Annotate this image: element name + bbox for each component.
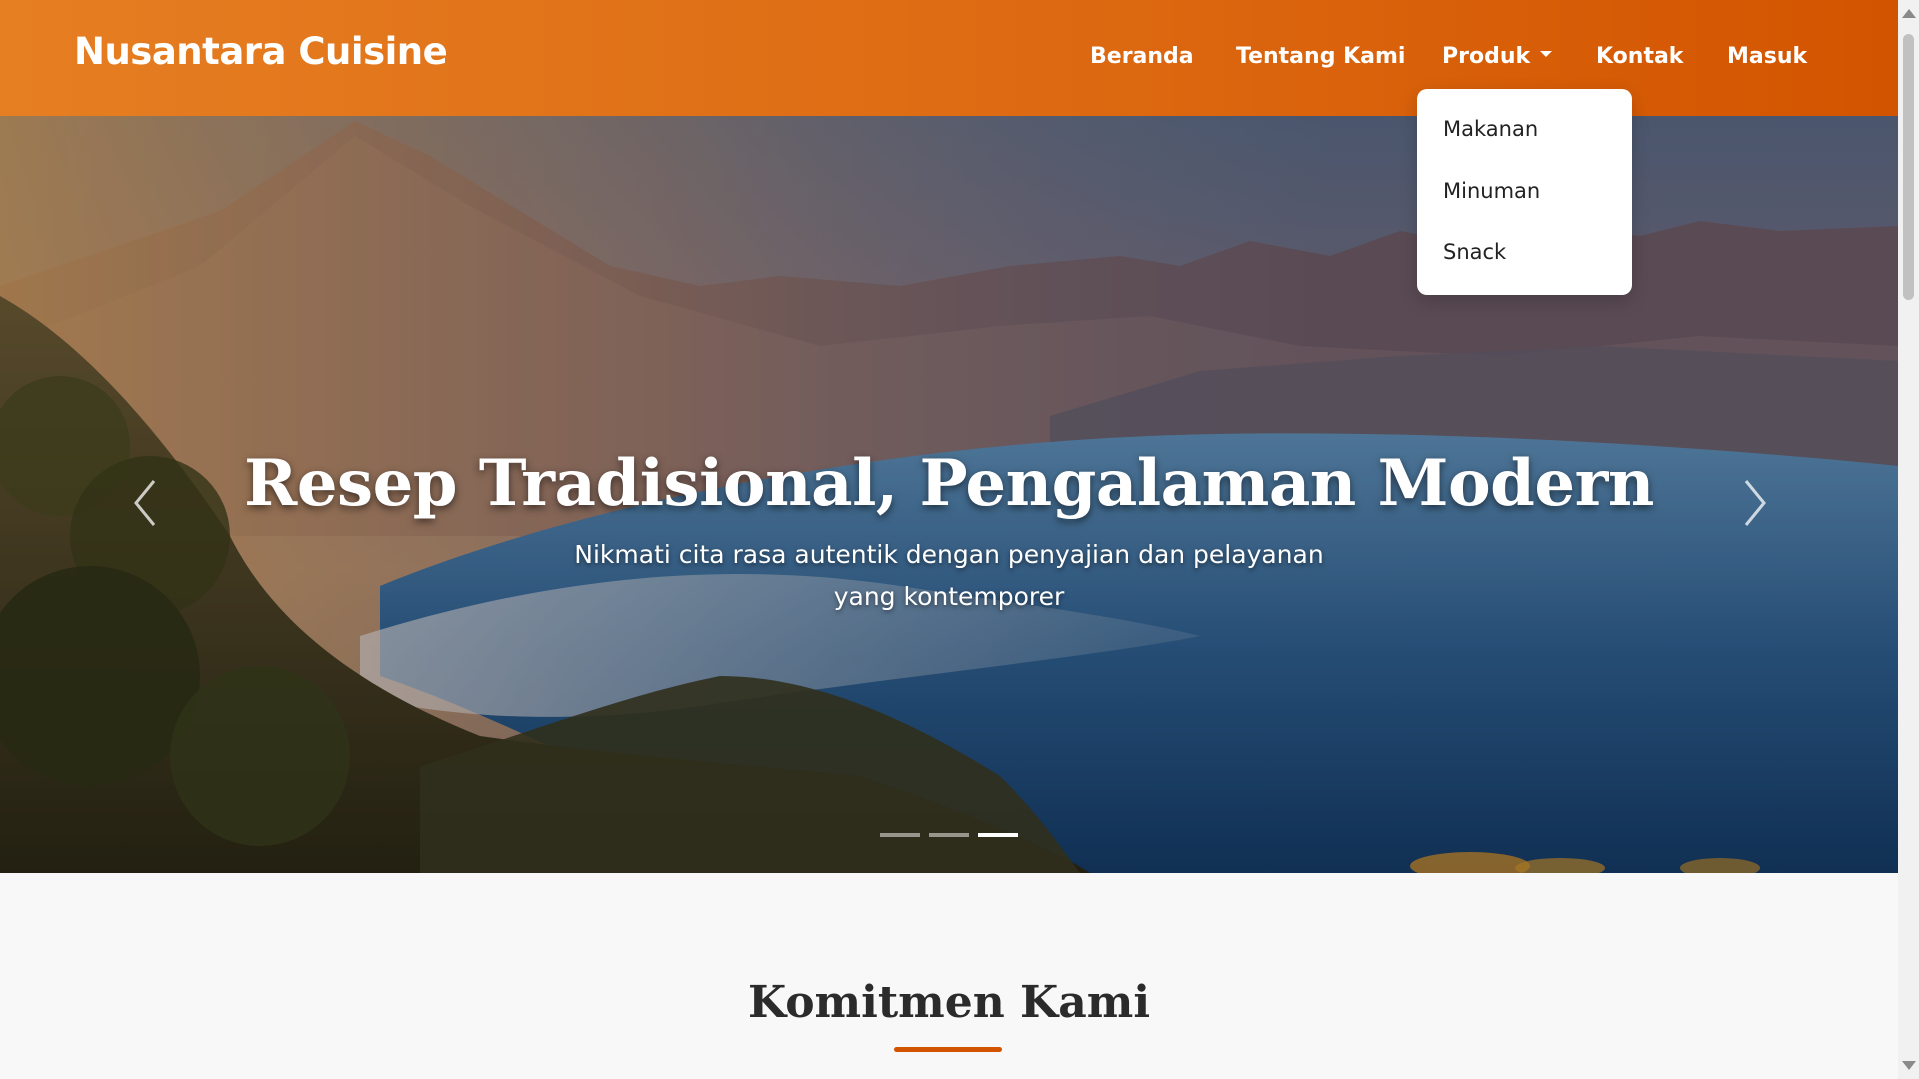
- dropdown-item-snack[interactable]: Snack: [1443, 240, 1506, 264]
- page: Nusantara Cuisine Beranda Tentang Kami P…: [0, 0, 1919, 1079]
- section-title: Komitmen Kami: [747, 977, 1151, 1028]
- carousel-indicators: [0, 833, 1898, 841]
- page-scrollbar[interactable]: [1898, 0, 1919, 1079]
- carousel-indicator-2[interactable]: [929, 833, 969, 837]
- nav-link-masuk[interactable]: Masuk: [1727, 44, 1807, 69]
- nav-link-beranda[interactable]: Beranda: [1090, 44, 1194, 69]
- nav-link-produk[interactable]: Produk: [1442, 44, 1553, 69]
- nav-link-tentang-kami[interactable]: Tentang Kami: [1236, 44, 1405, 69]
- hero-title: Resep Tradisional, Pengalaman Modern: [244, 446, 1654, 521]
- scroll-down-arrow-icon[interactable]: [1902, 1061, 1916, 1070]
- produk-dropdown-menu: Makanan Minuman Snack: [1417, 89, 1632, 295]
- dropdown-item-makanan[interactable]: Makanan: [1443, 117, 1538, 141]
- scroll-up-arrow-icon[interactable]: [1902, 9, 1916, 18]
- brand-logo[interactable]: Nusantara Cuisine: [74, 30, 448, 73]
- hero-subtitle: Nikmati cita rasa autentik dengan penyaj…: [574, 540, 1324, 611]
- scrollbar-thumb[interactable]: [1903, 34, 1914, 300]
- nav-link-kontak[interactable]: Kontak: [1596, 44, 1683, 69]
- carousel-indicator-3[interactable]: [978, 833, 1018, 837]
- dropdown-item-minuman[interactable]: Minuman: [1443, 179, 1540, 203]
- caret-down-icon: [1540, 51, 1553, 57]
- section-title-underline: [894, 1047, 1002, 1052]
- nav-link-produk-label: Produk: [1442, 44, 1531, 69]
- carousel-indicator-1[interactable]: [880, 833, 920, 837]
